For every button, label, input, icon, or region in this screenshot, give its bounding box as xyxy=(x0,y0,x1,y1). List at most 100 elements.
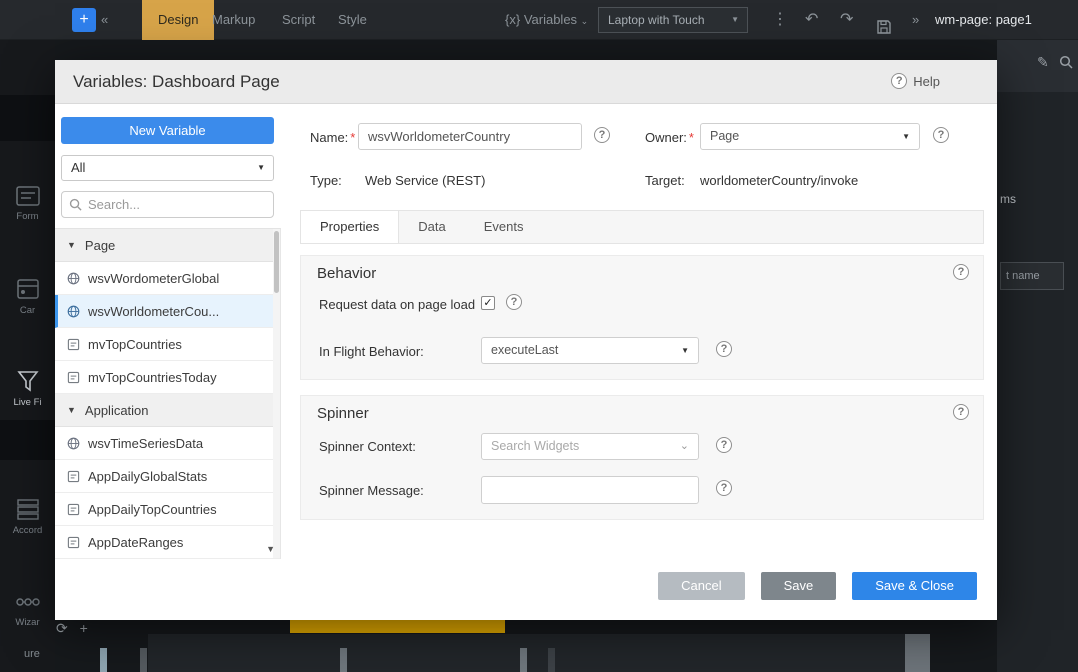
help-label: Help xyxy=(913,74,940,89)
request-data-help-icon[interactable]: ? xyxy=(506,294,522,310)
card-icon xyxy=(16,278,40,300)
tab-markup[interactable]: Markup xyxy=(212,0,255,40)
request-data-checkbox[interactable]: ✓ xyxy=(481,296,495,310)
variable-label: AppDailyGlobalStats xyxy=(88,469,207,484)
search-icon[interactable] xyxy=(1059,55,1073,69)
dialog-header: Variables: Dashboard Page ? Help xyxy=(55,60,997,104)
search-input[interactable] xyxy=(88,193,268,216)
filter-value: All xyxy=(71,160,85,175)
variables-menu[interactable]: {x} Variables ⌄ xyxy=(505,0,588,40)
edit-icon[interactable]: ✎ xyxy=(1037,54,1049,71)
spinner-context-combobox[interactable]: Search Widgets ⌄ xyxy=(481,433,699,460)
name-input[interactable] xyxy=(358,123,582,150)
tree-scrollbar[interactable] xyxy=(273,229,280,558)
canvas-tools: ⟳ + xyxy=(56,620,88,637)
group-label: Page xyxy=(85,238,115,253)
target-value: worldometerCountry/invoke xyxy=(700,173,858,188)
spinner-message-input[interactable] xyxy=(481,476,699,504)
expand-right-icon[interactable]: » xyxy=(912,0,919,40)
globe-icon xyxy=(67,305,80,318)
widget-name-input[interactable]: t name xyxy=(1000,262,1064,290)
variable-label: mvTopCountriesToday xyxy=(88,370,217,385)
globe-icon xyxy=(67,437,80,450)
wizard-icon xyxy=(15,592,41,612)
behavior-help-icon[interactable]: ? xyxy=(953,264,969,280)
properties-rail: ✎ ms t name xyxy=(997,40,1078,672)
device-select-value: Laptop with Touch xyxy=(608,13,705,27)
new-variable-button[interactable]: New Variable xyxy=(61,117,274,144)
palette-item-live-filter[interactable]: Live Fi xyxy=(0,370,55,408)
behavior-section-title: Behavior xyxy=(317,265,376,282)
undo-icon[interactable]: ↶ xyxy=(805,0,818,40)
variable-item-selected[interactable]: wsvWorldometerCou... xyxy=(55,295,280,328)
variable-label: mvTopCountries xyxy=(88,337,182,352)
owner-help-icon[interactable]: ? xyxy=(933,127,949,143)
scroll-down-icon[interactable]: ▼ xyxy=(266,544,275,554)
tab-design[interactable]: Design xyxy=(142,0,214,40)
save-button[interactable]: Save xyxy=(761,572,837,600)
variable-label: wsvWorldometerCou... xyxy=(88,304,219,319)
spinner-help-icon[interactable]: ? xyxy=(953,404,969,420)
inflight-label: In Flight Behavior: xyxy=(319,344,424,359)
behavior-section: Behavior ? Request data on page load ✓ ?… xyxy=(300,255,984,380)
variable-item[interactable]: AppDailyGlobalStats xyxy=(55,460,280,493)
help-icon: ? xyxy=(891,73,907,89)
rail-divider xyxy=(0,95,55,141)
tab-data[interactable]: Data xyxy=(399,211,464,243)
spinner-context-label: Spinner Context: xyxy=(319,439,416,454)
chevron-down-icon: ▼ xyxy=(902,124,910,149)
spinner-message-label: Spinner Message: xyxy=(319,483,424,498)
tab-style[interactable]: Style xyxy=(338,0,367,40)
device-select[interactable]: Laptop with Touch ▼ xyxy=(598,7,748,33)
tab-events[interactable]: Events xyxy=(465,211,543,243)
spinner-context-help-icon[interactable]: ? xyxy=(716,437,732,453)
collapse-left-icon[interactable]: « xyxy=(101,0,108,40)
add-page-button[interactable]: + xyxy=(72,8,96,32)
refresh-icon[interactable]: ⟳ xyxy=(56,620,68,636)
scrollbar-thumb[interactable] xyxy=(274,231,279,293)
canvas-highlight-bar xyxy=(290,620,505,633)
save-file-icon[interactable] xyxy=(876,11,892,29)
tab-script[interactable]: Script xyxy=(282,0,315,40)
variable-item[interactable]: mvTopCountries xyxy=(55,328,280,361)
palette-item-cards[interactable]: Car xyxy=(0,278,55,316)
palette-item-form[interactable]: Form xyxy=(0,186,55,222)
spinner-message-help-icon[interactable]: ? xyxy=(716,480,732,496)
request-data-label: Request data on page load xyxy=(319,297,475,312)
variable-item[interactable]: mvTopCountriesToday xyxy=(55,361,280,394)
variable-label: AppDateRanges xyxy=(88,535,183,550)
owner-select[interactable]: Page ▼ xyxy=(700,123,920,150)
palette-item-accordion[interactable]: Accord xyxy=(0,498,55,536)
palette-item-wizard[interactable]: Wizar xyxy=(0,592,55,628)
required-asterisk: * xyxy=(350,130,355,145)
rail-divider xyxy=(0,420,55,460)
variables-tree: ▼ Page wsvWordometerGlobal wsvWorldomete… xyxy=(55,228,281,559)
variable-label: AppDailyTopCountries xyxy=(88,502,217,517)
chevron-down-icon: ⌄ xyxy=(680,434,689,459)
variable-group-application[interactable]: ▼ Application xyxy=(55,394,280,427)
chevron-down-icon: ▼ xyxy=(257,156,265,180)
chevron-down-icon: ▼ xyxy=(67,240,76,250)
type-label: Type: xyxy=(310,173,342,188)
variable-item[interactable]: AppDailyTopCountries xyxy=(55,493,280,526)
dialog-title: Variables: Dashboard Page xyxy=(73,72,280,92)
name-help-icon[interactable]: ? xyxy=(594,127,610,143)
save-close-button[interactable]: Save & Close xyxy=(852,572,977,600)
variable-filter-select[interactable]: All ▼ xyxy=(61,155,274,181)
cancel-button[interactable]: Cancel xyxy=(658,572,744,600)
palette-item-label: Car xyxy=(20,305,35,316)
variable-item[interactable]: wsvTimeSeriesData xyxy=(55,427,280,460)
spinner-section: Spinner ? Spinner Context: Search Widget… xyxy=(300,395,984,520)
canvas-fragment xyxy=(905,634,930,672)
chevron-down-icon: ▼ xyxy=(731,8,739,32)
variable-group-page[interactable]: ▼ Page xyxy=(55,229,280,262)
help-link[interactable]: ? Help xyxy=(891,73,940,89)
variable-item[interactable]: wsvWordometerGlobal xyxy=(55,262,280,295)
inflight-help-icon[interactable]: ? xyxy=(716,341,732,357)
redo-icon[interactable]: ↷ xyxy=(840,0,853,40)
inflight-select[interactable]: executeLast ▼ xyxy=(481,337,699,364)
kebab-menu-icon[interactable]: ⋮ xyxy=(772,0,788,40)
tab-properties[interactable]: Properties xyxy=(301,211,399,243)
variable-item[interactable]: AppDateRanges xyxy=(55,526,280,559)
add-icon[interactable]: + xyxy=(80,620,88,636)
